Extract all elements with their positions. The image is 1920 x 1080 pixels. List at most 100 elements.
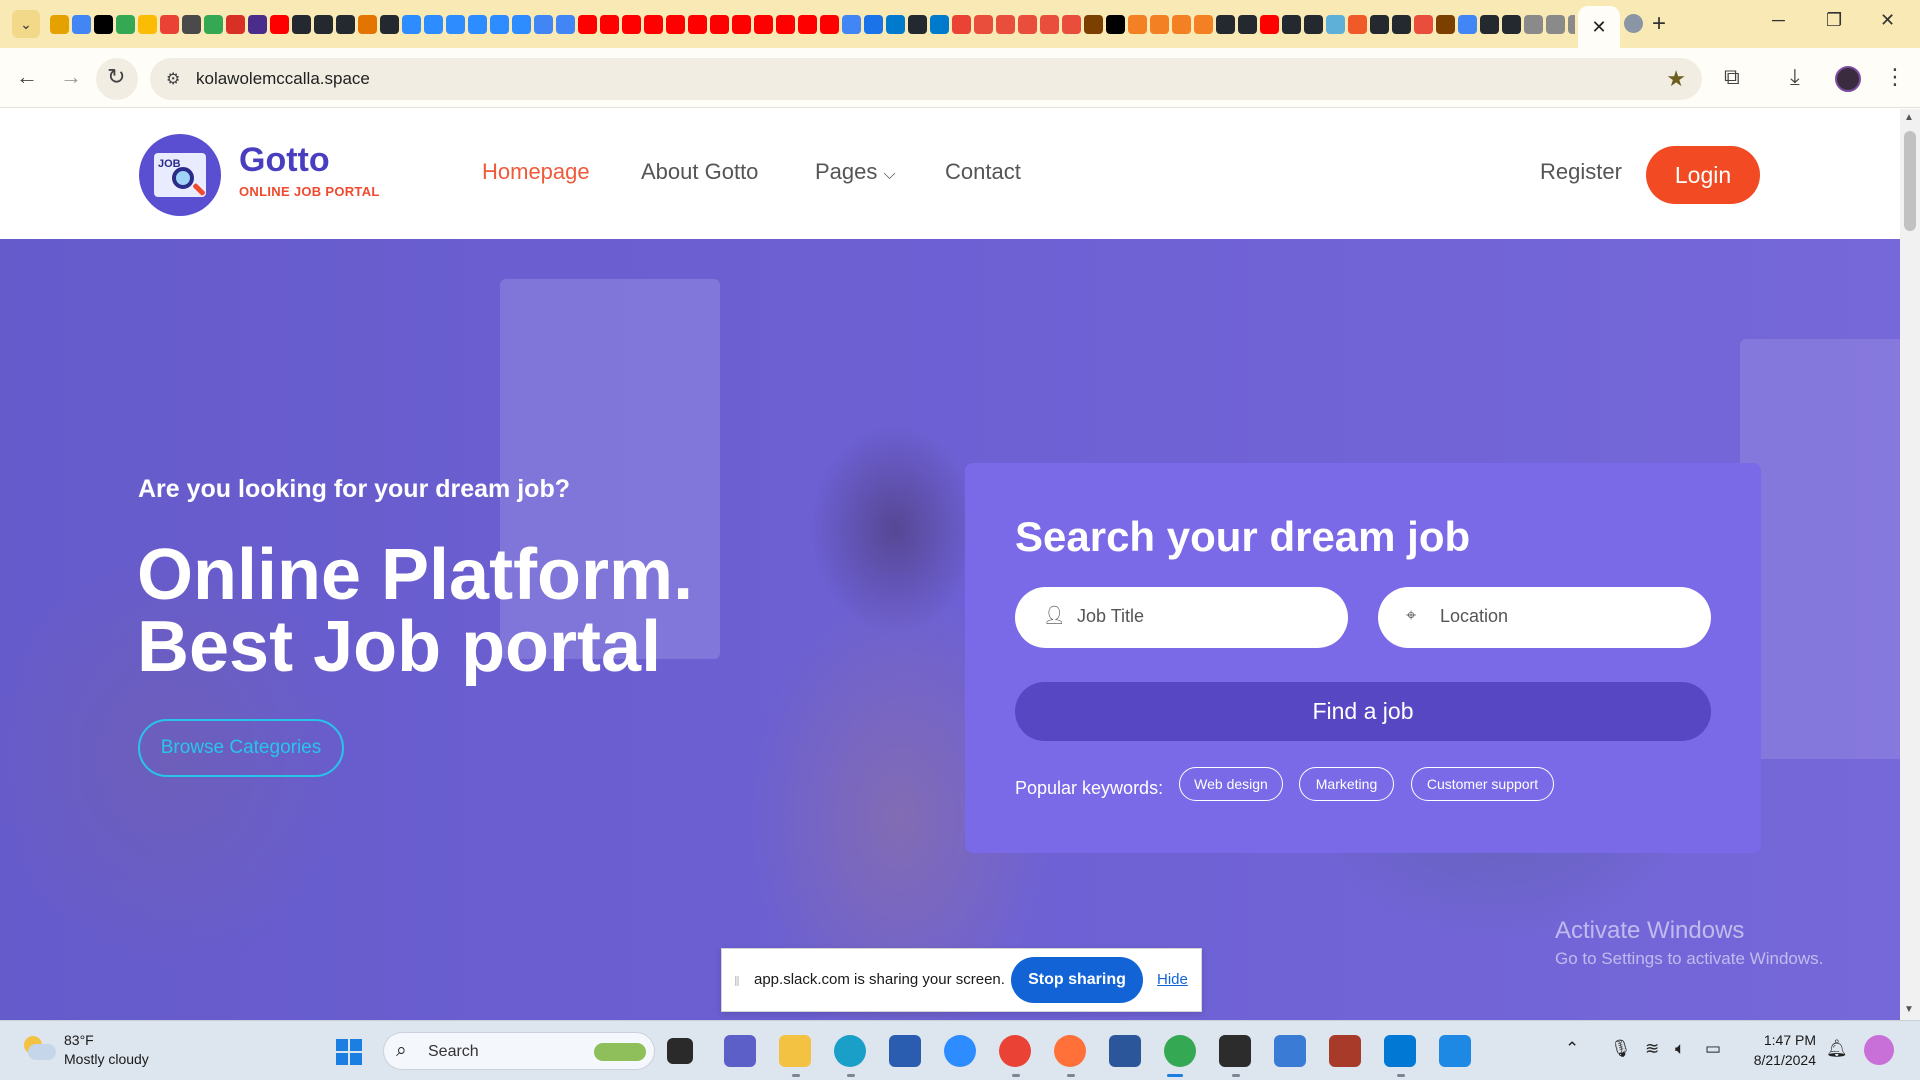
pinned-tab-favicon-icon[interactable] (204, 14, 223, 34)
new-tab-button[interactable]: + (1652, 10, 1666, 38)
pinned-tab-favicon-icon[interactable] (292, 14, 311, 34)
nav-about[interactable]: About Gotto (641, 159, 758, 185)
pinned-tab-favicon-icon[interactable] (974, 14, 993, 34)
pinned-tab-favicon-icon[interactable] (226, 14, 245, 34)
pinned-tab-favicon-icon[interactable] (1502, 14, 1521, 34)
pinned-tab-favicon-icon[interactable] (468, 14, 487, 34)
stop-sharing-button[interactable]: Stop sharing (1011, 957, 1143, 1003)
keyword-chip[interactable]: Marketing (1299, 767, 1394, 801)
pinned-tab-favicon-icon[interactable] (930, 14, 949, 34)
pinned-tab-favicon-icon[interactable] (688, 14, 707, 34)
battery-icon[interactable]: ▭ (1705, 1039, 1721, 1059)
task-view-icon[interactable] (667, 1038, 693, 1064)
minimize-icon[interactable]: ─ (1772, 10, 1785, 31)
pinned-tab-favicon-icon[interactable] (1370, 14, 1389, 34)
browser-menu-icon[interactable]: ⋮ (1884, 64, 1906, 90)
vscode-icon[interactable] (1384, 1035, 1416, 1067)
pinned-tab-favicon-icon[interactable] (270, 14, 289, 34)
find-job-button[interactable]: Find a job (1015, 682, 1711, 741)
pinned-tab-favicon-icon[interactable] (886, 14, 905, 34)
pinned-tab-favicon-icon[interactable] (1282, 14, 1301, 34)
pinned-tab-favicon-icon[interactable] (1018, 14, 1037, 34)
scroll-thumb[interactable] (1904, 131, 1916, 231)
pinned-tab-favicon-icon[interactable] (996, 14, 1015, 34)
edge-icon[interactable] (834, 1035, 866, 1067)
pinned-tab-favicon-icon[interactable] (424, 14, 443, 34)
pinned-tab-favicon-icon[interactable] (1480, 14, 1499, 34)
pinned-tab-favicon-icon[interactable] (1392, 14, 1411, 34)
pinned-tab-favicon-icon[interactable] (1238, 14, 1257, 34)
pinned-tab-favicon-icon[interactable] (556, 14, 575, 34)
firefox-icon[interactable] (1054, 1035, 1086, 1067)
logo-icon[interactable]: JOB (139, 134, 221, 216)
pinned-tab-favicon-icon[interactable] (864, 14, 883, 34)
profile-avatar[interactable] (1835, 66, 1861, 92)
pinned-tab-favicon-icon[interactable] (72, 14, 91, 34)
pinned-tab-favicon-icon[interactable] (1458, 14, 1477, 34)
pinned-tab-favicon-icon[interactable] (248, 14, 267, 34)
nav-contact[interactable]: Contact (945, 159, 1021, 185)
pinned-tab-favicon-icon[interactable] (600, 14, 619, 34)
nav-homepage[interactable]: Homepage (482, 159, 590, 185)
drag-handle-icon[interactable]: ‖ (734, 973, 740, 989)
pinned-tab-favicon-icon[interactable] (1150, 14, 1169, 34)
browse-categories-button[interactable]: Browse Categories (138, 719, 344, 777)
pinned-tab-favicon-icon[interactable] (182, 14, 201, 34)
scroll-down-icon[interactable]: ▼ (1904, 1004, 1914, 1015)
pinned-tab-favicon-icon[interactable] (1216, 14, 1235, 34)
pinned-tab-favicon-icon[interactable] (534, 14, 553, 34)
photos-icon[interactable] (1439, 1035, 1471, 1067)
notepad-icon[interactable] (1274, 1035, 1306, 1067)
pinned-tab-favicon-icon[interactable] (666, 14, 685, 34)
pinned-tab-favicon-icon[interactable] (314, 14, 333, 34)
pinned-tab-favicon-icon[interactable] (1524, 14, 1543, 34)
bookmark-star-icon[interactable]: ★ (1666, 66, 1686, 92)
pinned-tab-favicon-icon[interactable] (1546, 14, 1565, 34)
pinned-tab-favicon-icon[interactable] (952, 14, 971, 34)
pinned-tab-favicon-icon[interactable] (622, 14, 641, 34)
login-button[interactable]: Login (1646, 146, 1760, 204)
file-explorer-icon[interactable] (779, 1035, 811, 1067)
pinned-tab-favicon-icon[interactable] (1436, 14, 1455, 34)
pinned-tab-favicon-icon[interactable] (512, 14, 531, 34)
scroll-up-icon[interactable]: ▲ (1904, 112, 1914, 123)
tab-favicon-globe-icon[interactable] (1624, 14, 1643, 33)
pinned-tab-favicon-icon[interactable] (160, 14, 179, 34)
notification-icon[interactable]: 🔔︎ (1826, 1039, 1848, 1059)
location-input[interactable]: ⌖ Location (1378, 587, 1711, 648)
back-icon[interactable]: ← (16, 64, 38, 90)
pinned-tab-favicon-icon[interactable] (380, 14, 399, 34)
pinned-tab-favicon-icon[interactable] (358, 14, 377, 34)
pinned-tab-favicon-icon[interactable] (710, 14, 729, 34)
brand-name[interactable]: Gotto (239, 141, 330, 180)
pinned-tab-favicon-icon[interactable] (842, 14, 861, 34)
chrome-icon[interactable] (999, 1035, 1031, 1067)
reload-icon[interactable]: ↻ (107, 64, 125, 90)
pinned-tab-favicon-icon[interactable] (1414, 14, 1433, 34)
pinned-tab-favicon-icon[interactable] (490, 14, 509, 34)
volume-icon[interactable]: 🔈︎ (1675, 1039, 1685, 1059)
pinned-tab-favicon-icon[interactable] (1128, 14, 1147, 34)
keyword-chip[interactable]: Web design (1179, 767, 1283, 801)
pinned-tab-favicon-icon[interactable] (138, 14, 157, 34)
pinned-tab-favicon-icon[interactable] (1326, 14, 1345, 34)
pinned-tab-favicon-icon[interactable] (116, 14, 135, 34)
pinned-tab-favicon-icon[interactable] (732, 14, 751, 34)
keyword-chip[interactable]: Customer support (1411, 767, 1554, 801)
pinned-tab-favicon-icon[interactable] (94, 14, 113, 34)
tray-overflow-chevron-icon[interactable]: ⌃ (1565, 1039, 1579, 1059)
weather-icon[interactable] (22, 1036, 56, 1060)
pinned-tab-favicon-icon[interactable] (908, 14, 927, 34)
page-scrollbar[interactable]: ▲ ▼ (1900, 109, 1920, 1020)
zoom-icon[interactable] (944, 1035, 976, 1067)
hide-share-bar-link[interactable]: Hide (1157, 971, 1188, 988)
pinned-tab-favicon-icon[interactable] (776, 14, 795, 34)
pinned-tab-favicon-icon[interactable] (754, 14, 773, 34)
start-button-windows-icon[interactable] (336, 1039, 362, 1065)
extensions-icon[interactable]: ⧉ (1724, 64, 1740, 90)
job-title-input[interactable]: 👤︎ Job Title (1015, 587, 1348, 648)
wifi-icon[interactable]: ≋ (1645, 1039, 1659, 1059)
pinned-tab-favicon-icon[interactable] (1040, 14, 1059, 34)
pinned-tab-favicon-icon[interactable] (1084, 14, 1103, 34)
winrar-icon[interactable] (1329, 1035, 1361, 1067)
